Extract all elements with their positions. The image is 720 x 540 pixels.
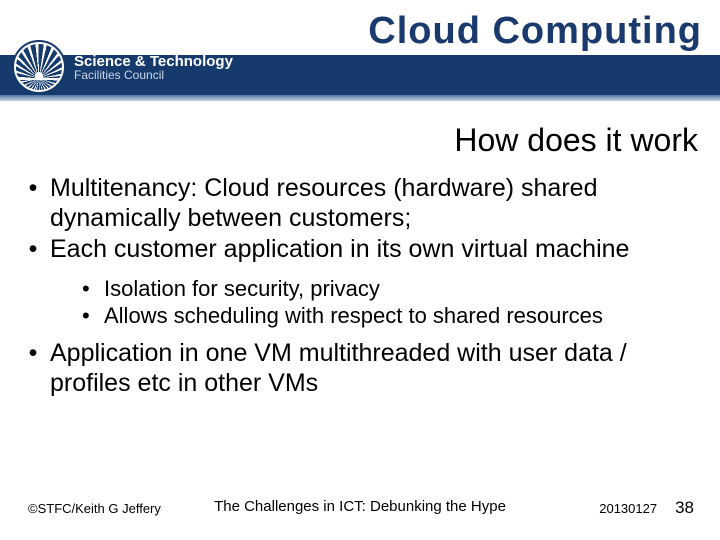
bullet-text: Allows scheduling with respect to shared… xyxy=(104,302,603,330)
footer: ©STFC/Keith G Jeffery The Challenges in … xyxy=(0,498,720,518)
slide: Cloud Computing Science & Technology Fac… xyxy=(0,0,720,540)
sub-bullet-group: • Isolation for security, privacy • Allo… xyxy=(82,275,698,330)
slide-body: • Multitenancy: Cloud resources (hardwar… xyxy=(28,174,698,398)
bullet-icon: • xyxy=(28,338,38,398)
bullet-level2: • Isolation for security, privacy xyxy=(82,275,698,303)
org-name-line1: Science & Technology xyxy=(74,53,233,70)
sunrise-icon xyxy=(14,42,64,92)
bullet-level1: • Each customer application in its own v… xyxy=(28,235,698,265)
bullet-icon: • xyxy=(82,302,94,330)
bullet-text: Isolation for security, privacy xyxy=(104,275,380,303)
footer-date: 20130127 xyxy=(599,501,657,516)
org-name: Science & Technology Facilities Council xyxy=(74,53,233,82)
dash-icon: • xyxy=(28,174,38,233)
org-logo: Science & Technology Facilities Council xyxy=(14,42,233,92)
slide-number: 38 xyxy=(675,498,694,518)
slide-subtitle: How does it work xyxy=(454,122,698,159)
dash-icon: • xyxy=(28,235,38,265)
bullet-text: Each customer application in its own vir… xyxy=(50,235,629,265)
bullet-icon: • xyxy=(82,275,94,303)
bullet-level1: • Application in one VM multithreaded wi… xyxy=(28,338,698,398)
org-name-line2: Facilities Council xyxy=(74,68,233,82)
bullet-text: Multitenancy: Cloud resources (hardware)… xyxy=(50,174,698,233)
bullet-level2: • Allows scheduling with respect to shar… xyxy=(82,302,698,330)
slide-title: Cloud Computing xyxy=(368,10,702,53)
bullet-text: Application in one VM multithreaded with… xyxy=(50,338,698,398)
bullet-level1: • Multitenancy: Cloud resources (hardwar… xyxy=(28,174,698,233)
header: Cloud Computing Science & Technology Fac… xyxy=(0,0,720,105)
